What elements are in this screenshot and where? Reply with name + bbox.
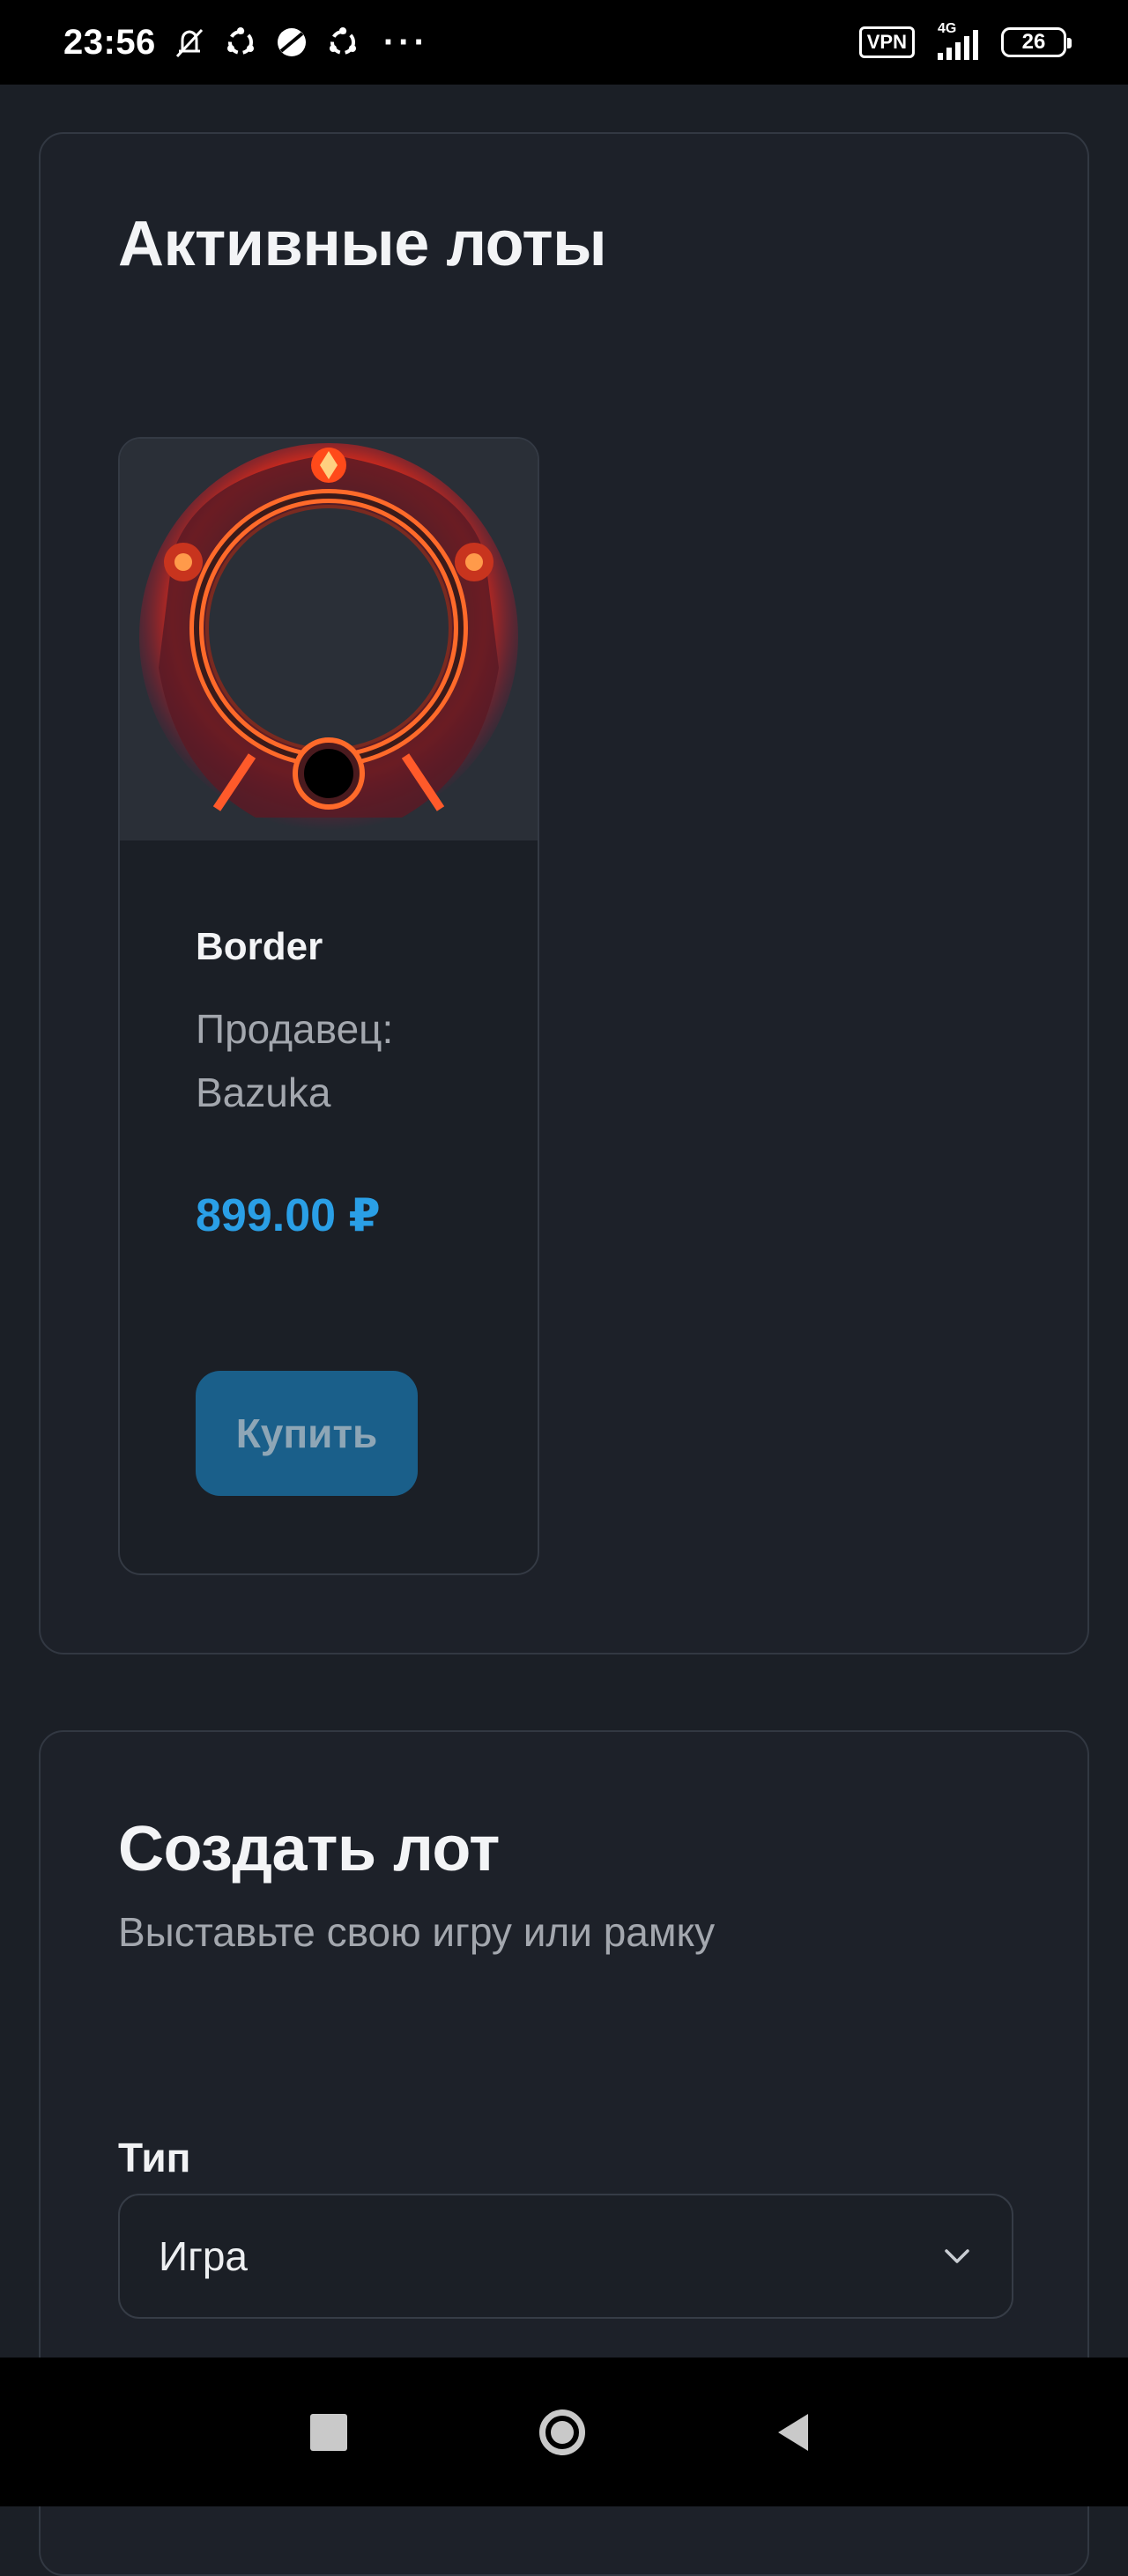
back-icon — [778, 2413, 808, 2451]
home-icon — [539, 2409, 585, 2455]
recent-apps-icon — [310, 2413, 347, 2451]
active-lots-section: Активные лоты Border Продавец: Bazuka 89… — [39, 132, 1089, 1654]
status-bar: 23:56 ··· VPN 4G 26 — [0, 0, 1128, 85]
lot-seller: Продавец: Bazuka — [196, 1006, 394, 1115]
lot-image — [120, 439, 538, 840]
battery-icon: 26 — [1001, 27, 1072, 57]
more-notifications-icon: ··· — [382, 23, 429, 62]
sync-icon — [226, 27, 254, 55]
system-nav-bar — [0, 2358, 1128, 2506]
recent-apps-button[interactable] — [258, 2358, 399, 2506]
vpn-badge: VPN — [858, 26, 915, 58]
bell-muted-icon — [175, 28, 203, 58]
type-label: Тип — [118, 2135, 191, 2180]
chevron-down-icon — [945, 2249, 969, 2263]
create-lot-title: Создать лот — [118, 1814, 500, 1884]
active-lots-title: Активные лоты — [118, 209, 607, 279]
create-lot-subtitle: Выставьте свою игру или рамку — [118, 1909, 716, 1955]
lot-price: 899.00 ₽ — [196, 1190, 381, 1241]
lot-card[interactable]: Border Продавец: Bazuka 899.00 ₽ Купить — [118, 437, 539, 1575]
type-select-value: Игра — [159, 2233, 249, 2279]
sync-icon — [329, 27, 356, 55]
signal-icon: 4G — [938, 21, 978, 60]
network-type: 4G — [938, 21, 957, 36]
status-time: 23:56 — [63, 22, 156, 62]
lot-name: Border — [196, 925, 323, 968]
battery-level: 26 — [1021, 30, 1046, 54]
vpn-ball-icon — [277, 28, 306, 56]
back-button[interactable] — [723, 2358, 864, 2506]
home-button[interactable] — [492, 2358, 633, 2506]
fiery-round-frame-image — [120, 439, 538, 840]
type-select[interactable]: Игра — [118, 2194, 1013, 2319]
status-left: 23:56 ··· — [63, 23, 429, 63]
status-right: VPN 4G 26 — [858, 21, 1072, 60]
buy-button[interactable]: Купить — [196, 1371, 418, 1496]
